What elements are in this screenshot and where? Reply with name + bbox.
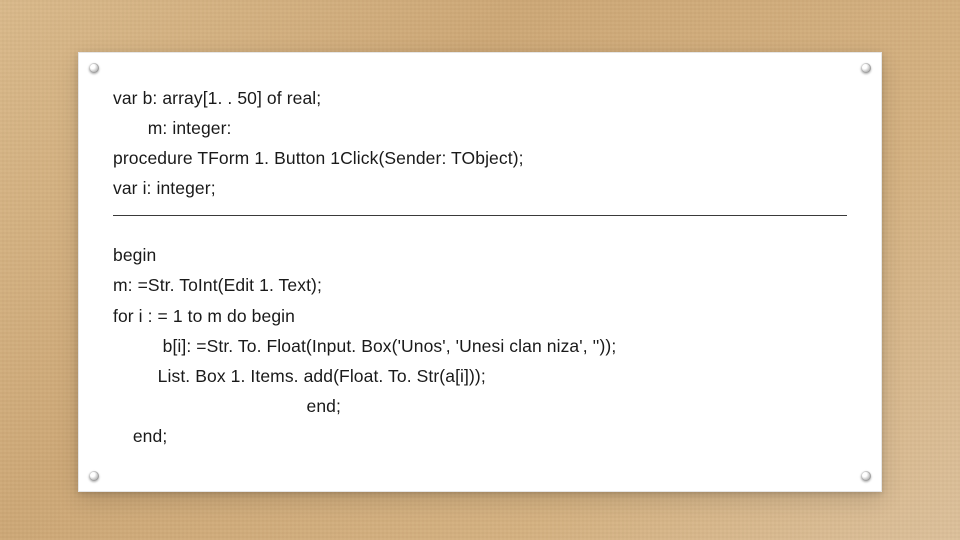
- code-line: begin: [113, 240, 847, 270]
- corner-pin-icon: [861, 471, 871, 481]
- corner-pin-icon: [89, 63, 99, 73]
- code-line: b[i]: =Str. To. Float(Input. Box('Unos',…: [113, 331, 847, 361]
- corner-pin-icon: [89, 471, 99, 481]
- code-line: m: integer:: [113, 113, 847, 143]
- code-line: end;: [113, 421, 847, 451]
- code-line: procedure TForm 1. Button 1Click(Sender:…: [113, 143, 847, 173]
- code-block-declarations: var b: array[1. . 50] of real; m: intege…: [113, 83, 847, 211]
- section-divider: [113, 215, 847, 216]
- code-line: m: =Str. ToInt(Edit 1. Text);: [113, 270, 847, 300]
- code-block-body: begin m: =Str. ToInt(Edit 1. Text); for …: [113, 240, 847, 451]
- corner-pin-icon: [861, 63, 871, 73]
- slide-card: var b: array[1. . 50] of real; m: intege…: [78, 52, 882, 492]
- code-line: for i : = 1 to m do begin: [113, 301, 847, 331]
- code-line: List. Box 1. Items. add(Float. To. Str(a…: [113, 361, 847, 391]
- slide-content: var b: array[1. . 50] of real; m: intege…: [113, 83, 847, 461]
- code-line: var b: array[1. . 50] of real;: [113, 83, 847, 113]
- code-line: var i: integer;: [113, 173, 847, 203]
- code-line: end;: [113, 391, 847, 421]
